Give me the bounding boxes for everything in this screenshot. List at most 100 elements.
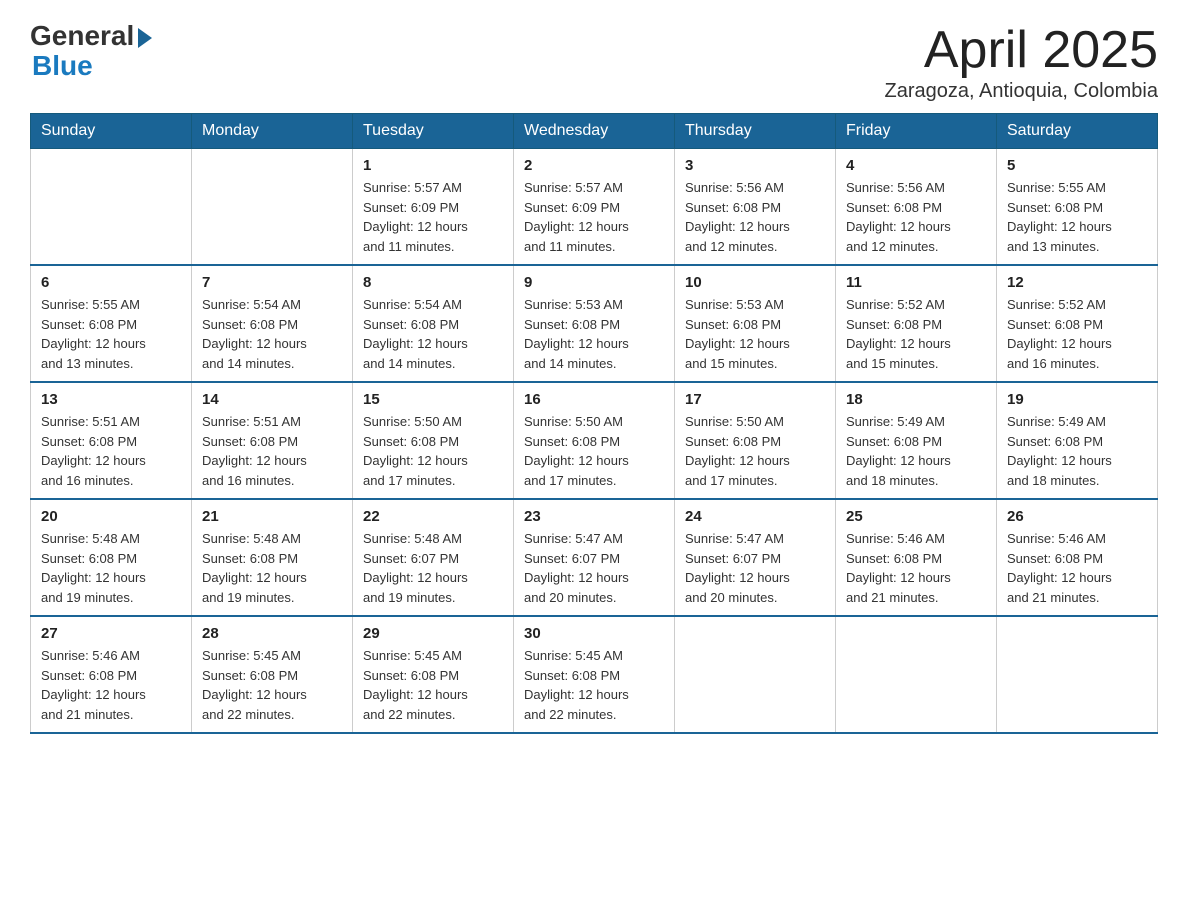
- calendar-cell: [31, 149, 192, 266]
- column-header-friday: Friday: [836, 114, 997, 149]
- calendar-cell: 5 Sunrise: 5:55 AM Sunset: 6:08 PM Daylig…: [997, 149, 1158, 266]
- calendar-cell: 17Sunrise: 5:50 AM Sunset: 6:08 PM Dayli…: [675, 382, 836, 499]
- calendar-week-3: 13 Sunrise: 5:51 AM Sunset: 6:08 PM Dayli…: [31, 382, 1158, 499]
- day-info: Sunrise: 5:53 AM Sunset: 6:08 PM Dayligh…: [685, 295, 825, 373]
- day-info: Sunrise: 5:45 AM Sunset: 6:08 PM Dayligh…: [202, 646, 342, 724]
- calendar-cell: [836, 616, 997, 733]
- day-info: Sunrise: 5:53 AM Sunset: 6:08 PM Dayligh…: [524, 295, 664, 373]
- calendar-cell: 11 Sunrise: 5:52 AM Sunset: 6:08 PM Dayli…: [836, 265, 997, 382]
- day-info: Sunrise: 5:57 AM Sunset: 6:09 PM Dayligh…: [524, 178, 664, 256]
- day-number: 7: [202, 274, 342, 291]
- day-number: 10: [685, 274, 825, 291]
- calendar-cell: 25 Sunrise: 5:46 AM Sunset: 6:08 PM Dayli…: [836, 499, 997, 616]
- day-number: 26: [1007, 508, 1147, 525]
- day-number: 18: [846, 391, 986, 408]
- day-number: 21: [202, 508, 342, 525]
- day-number: 20: [41, 508, 181, 525]
- day-info: Sunrise: 5:49 AM Sunset: 6:08 PM Dayligh…: [846, 412, 986, 490]
- day-info: Sunrise: 5:48 AM Sunset: 6:08 PM Dayligh…: [41, 529, 181, 607]
- day-info: Sunrise: 5:50 AM Sunset: 6:08 PM Dayligh…: [363, 412, 503, 490]
- day-number: 16: [524, 391, 664, 408]
- calendar-cell: 9Sunrise: 5:53 AM Sunset: 6:08 PM Daylig…: [514, 265, 675, 382]
- title-block: April 2025 Zaragoza, Antioquia, Colombia: [885, 20, 1159, 103]
- day-info: Sunrise: 5:50 AM Sunset: 6:08 PM Dayligh…: [685, 412, 825, 490]
- day-info: Sunrise: 5:55 AM Sunset: 6:08 PM Dayligh…: [41, 295, 181, 373]
- calendar-cell: 23 Sunrise: 5:47 AM Sunset: 6:07 PM Dayli…: [514, 499, 675, 616]
- day-number: 27: [41, 625, 181, 642]
- day-number: 24: [685, 508, 825, 525]
- logo-blue-text: Blue: [30, 50, 93, 82]
- calendar-cell: [997, 616, 1158, 733]
- day-info: Sunrise: 5:45 AM Sunset: 6:08 PM Dayligh…: [524, 646, 664, 724]
- day-info: Sunrise: 5:47 AM Sunset: 6:07 PM Dayligh…: [524, 529, 664, 607]
- day-info: Sunrise: 5:50 AM Sunset: 6:08 PM Dayligh…: [524, 412, 664, 490]
- calendar-cell: 27 Sunrise: 5:46 AM Sunset: 6:08 PM Dayli…: [31, 616, 192, 733]
- day-number: 11: [846, 274, 986, 291]
- day-info: Sunrise: 5:45 AM Sunset: 6:08 PM Dayligh…: [363, 646, 503, 724]
- day-number: 8: [363, 274, 503, 291]
- page-header: General Blue April 2025 Zaragoza, Antioq…: [30, 20, 1158, 103]
- calendar-cell: 8Sunrise: 5:54 AM Sunset: 6:08 PM Daylig…: [353, 265, 514, 382]
- day-info: Sunrise: 5:46 AM Sunset: 6:08 PM Dayligh…: [41, 646, 181, 724]
- logo-arrow-icon: [138, 28, 152, 48]
- day-number: 22: [363, 508, 503, 525]
- calendar-cell: 19 Sunrise: 5:49 AM Sunset: 6:08 PM Dayli…: [997, 382, 1158, 499]
- day-info: Sunrise: 5:46 AM Sunset: 6:08 PM Dayligh…: [1007, 529, 1147, 607]
- calendar-cell: 18 Sunrise: 5:49 AM Sunset: 6:08 PM Dayli…: [836, 382, 997, 499]
- calendar-cell: 7 Sunrise: 5:54 AM Sunset: 6:08 PM Daylig…: [192, 265, 353, 382]
- day-info: Sunrise: 5:48 AM Sunset: 6:07 PM Dayligh…: [363, 529, 503, 607]
- day-number: 13: [41, 391, 181, 408]
- calendar-cell: 24 Sunrise: 5:47 AM Sunset: 6:07 PM Dayli…: [675, 499, 836, 616]
- day-info: Sunrise: 5:48 AM Sunset: 6:08 PM Dayligh…: [202, 529, 342, 607]
- day-number: 29: [363, 625, 503, 642]
- day-info: Sunrise: 5:51 AM Sunset: 6:08 PM Dayligh…: [41, 412, 181, 490]
- calendar-week-2: 6 Sunrise: 5:55 AM Sunset: 6:08 PM Daylig…: [31, 265, 1158, 382]
- calendar-cell: 1Sunrise: 5:57 AM Sunset: 6:09 PM Daylig…: [353, 149, 514, 266]
- calendar-cell: 12Sunrise: 5:52 AM Sunset: 6:08 PM Dayli…: [997, 265, 1158, 382]
- day-number: 6: [41, 274, 181, 291]
- calendar-cell: 26 Sunrise: 5:46 AM Sunset: 6:08 PM Dayli…: [997, 499, 1158, 616]
- calendar-cell: 3 Sunrise: 5:56 AM Sunset: 6:08 PM Daylig…: [675, 149, 836, 266]
- calendar-cell: 15 Sunrise: 5:50 AM Sunset: 6:08 PM Dayli…: [353, 382, 514, 499]
- day-number: 5: [1007, 157, 1147, 174]
- calendar-cell: 22 Sunrise: 5:48 AM Sunset: 6:07 PM Dayli…: [353, 499, 514, 616]
- column-header-saturday: Saturday: [997, 114, 1158, 149]
- day-number: 1: [363, 157, 503, 174]
- day-info: Sunrise: 5:47 AM Sunset: 6:07 PM Dayligh…: [685, 529, 825, 607]
- column-header-sunday: Sunday: [31, 114, 192, 149]
- day-number: 23: [524, 508, 664, 525]
- day-number: 25: [846, 508, 986, 525]
- day-number: 2: [524, 157, 664, 174]
- day-info: Sunrise: 5:52 AM Sunset: 6:08 PM Dayligh…: [846, 295, 986, 373]
- day-info: Sunrise: 5:55 AM Sunset: 6:08 PM Dayligh…: [1007, 178, 1147, 256]
- day-number: 30: [524, 625, 664, 642]
- logo-general-text: General: [30, 20, 134, 52]
- calendar-week-4: 20 Sunrise: 5:48 AM Sunset: 6:08 PM Dayli…: [31, 499, 1158, 616]
- calendar-cell: [192, 149, 353, 266]
- calendar-header-row: SundayMondayTuesdayWednesdayThursdayFrid…: [31, 114, 1158, 149]
- location-text: Zaragoza, Antioquia, Colombia: [885, 80, 1159, 103]
- day-info: Sunrise: 5:46 AM Sunset: 6:08 PM Dayligh…: [846, 529, 986, 607]
- calendar-cell: 13 Sunrise: 5:51 AM Sunset: 6:08 PM Dayli…: [31, 382, 192, 499]
- calendar-cell: 30 Sunrise: 5:45 AM Sunset: 6:08 PM Dayli…: [514, 616, 675, 733]
- day-number: 3: [685, 157, 825, 174]
- column-header-thursday: Thursday: [675, 114, 836, 149]
- day-number: 12: [1007, 274, 1147, 291]
- calendar-week-1: 1 Sunrise: 5:57 AM Sunset: 6:09 PM Daylig…: [31, 149, 1158, 266]
- day-number: 19: [1007, 391, 1147, 408]
- calendar-cell: 14Sunrise: 5:51 AM Sunset: 6:08 PM Dayli…: [192, 382, 353, 499]
- logo: General Blue: [30, 20, 152, 82]
- calendar-cell: [675, 616, 836, 733]
- calendar-table: SundayMondayTuesdayWednesdayThursdayFrid…: [30, 113, 1158, 734]
- day-number: 15: [363, 391, 503, 408]
- day-info: Sunrise: 5:51 AM Sunset: 6:08 PM Dayligh…: [202, 412, 342, 490]
- day-info: Sunrise: 5:49 AM Sunset: 6:08 PM Dayligh…: [1007, 412, 1147, 490]
- calendar-cell: 21 Sunrise: 5:48 AM Sunset: 6:08 PM Dayli…: [192, 499, 353, 616]
- column-header-tuesday: Tuesday: [353, 114, 514, 149]
- calendar-cell: 2 Sunrise: 5:57 AM Sunset: 6:09 PM Daylig…: [514, 149, 675, 266]
- calendar-cell: 29 Sunrise: 5:45 AM Sunset: 6:08 PM Dayli…: [353, 616, 514, 733]
- calendar-cell: 20 Sunrise: 5:48 AM Sunset: 6:08 PM Dayli…: [31, 499, 192, 616]
- day-number: 4: [846, 157, 986, 174]
- day-info: Sunrise: 5:54 AM Sunset: 6:08 PM Dayligh…: [202, 295, 342, 373]
- day-info: Sunrise: 5:56 AM Sunset: 6:08 PM Dayligh…: [685, 178, 825, 256]
